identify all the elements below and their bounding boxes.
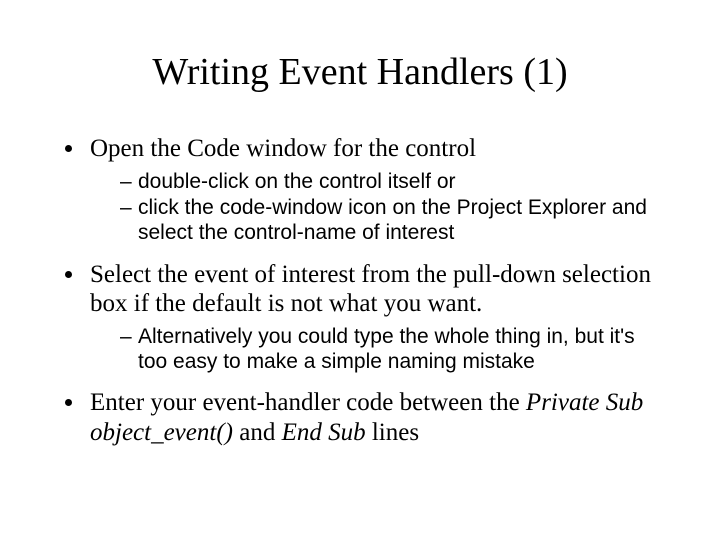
sub-item: double-click on the control itself or [120,170,660,195]
slide: Writing Event Handlers (1) Open the Code… [0,0,720,540]
bullet-item: Enter your event-handler code between th… [86,388,660,447]
bullet-text: Select the event of interest from the pu… [90,261,651,318]
bullet-text-mid: and [233,419,282,446]
slide-title: Writing Event Handlers (1) [60,50,660,94]
bullet-item: Select the event of interest from the pu… [86,260,660,375]
sub-list: double-click on the control itself or cl… [90,170,660,246]
bullet-text-post: lines [366,419,419,446]
bullet-item: Open the Code window for the control dou… [86,134,660,246]
bullet-list: Open the Code window for the control dou… [60,134,660,447]
sub-list: Alternatively you could type the whole t… [90,325,660,375]
bullet-text-pre: Enter your event-handler code between th… [90,389,526,416]
italic-text: End Sub [282,419,366,446]
sub-item: Alternatively you could type the whole t… [120,325,660,375]
sub-item: click the code-window icon on the Projec… [120,196,660,246]
bullet-text: Open the Code window for the control [90,135,476,162]
